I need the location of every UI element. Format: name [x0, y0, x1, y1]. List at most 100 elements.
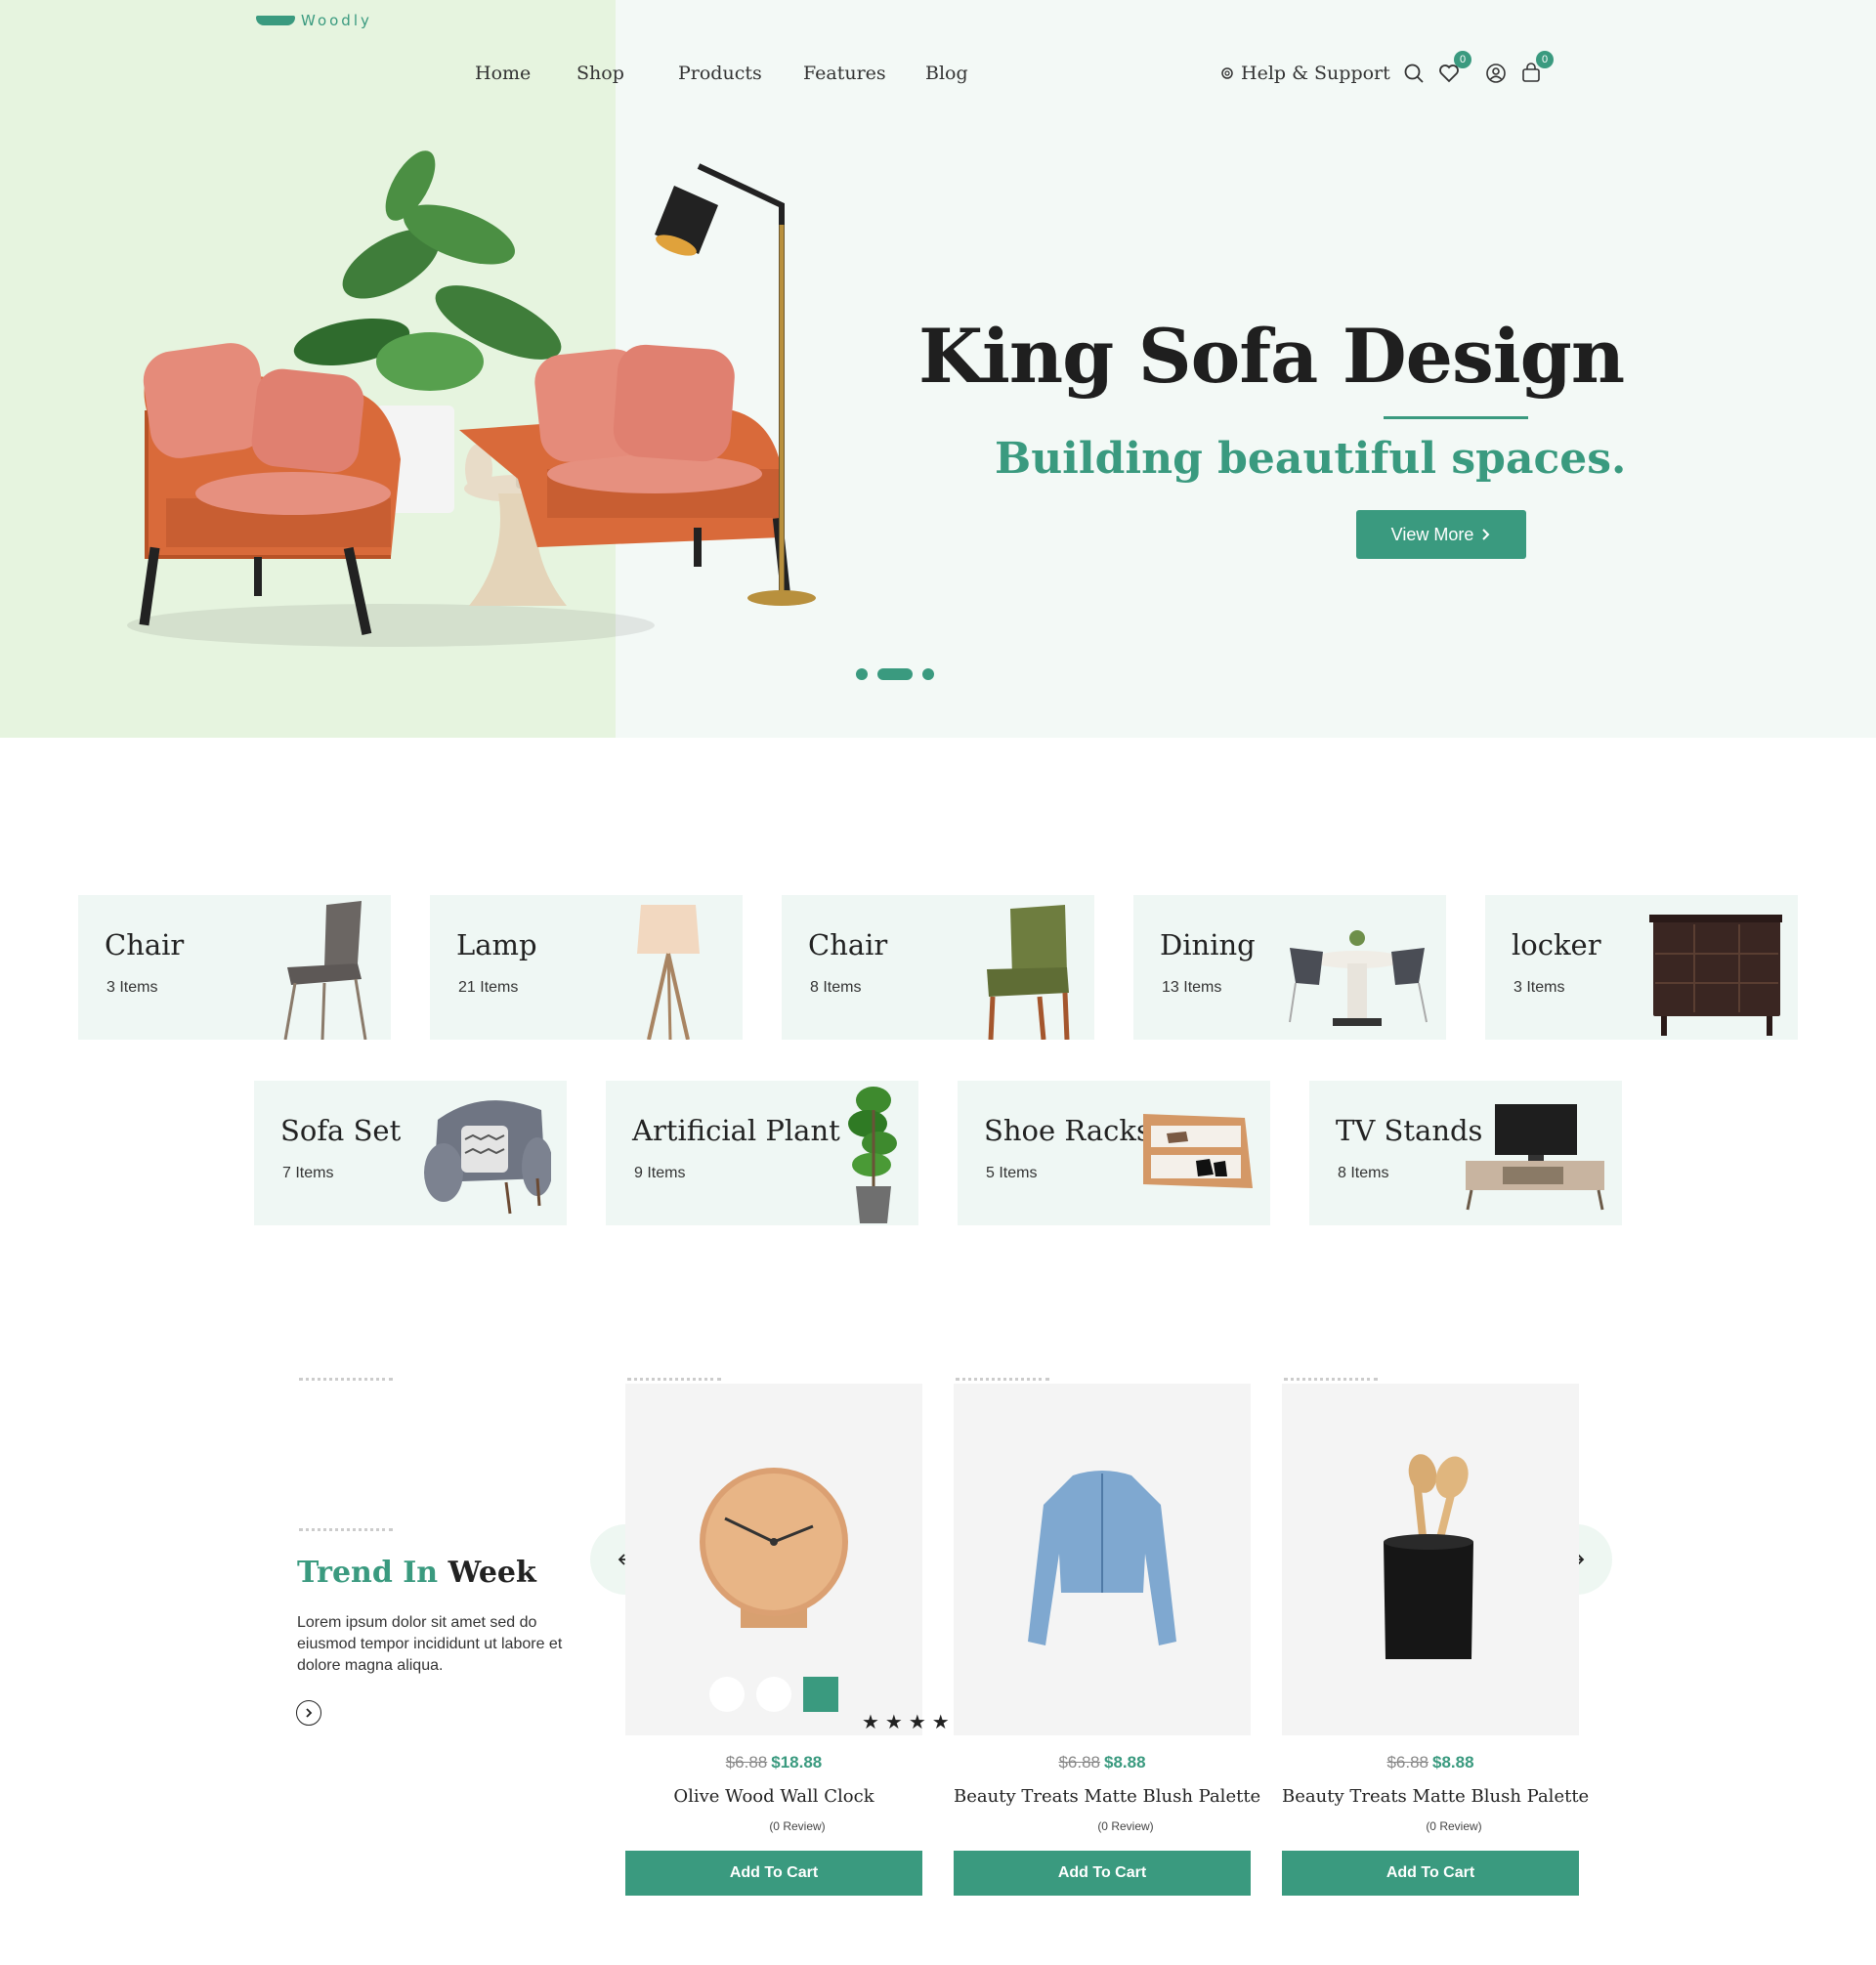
add-to-cart-button[interactable]: Add To Cart [1282, 1851, 1579, 1896]
search-button[interactable] [1401, 61, 1427, 86]
review-count: (0 Review) [1426, 1819, 1482, 1833]
current-price: $18.88 [771, 1753, 823, 1772]
category-name: Dining [1160, 928, 1256, 961]
review-count: (0 Review) [769, 1819, 826, 1833]
category-count: 7 Items [282, 1165, 334, 1181]
category-name: locker [1512, 928, 1601, 961]
nav-home[interactable]: Home [475, 63, 531, 84]
slider-dot-active[interactable] [877, 668, 913, 680]
old-price: $6.88 [1058, 1753, 1100, 1772]
nav-products[interactable]: Products [678, 63, 762, 84]
color-swatch-green[interactable] [803, 1677, 838, 1712]
category-count: 13 Items [1162, 979, 1222, 996]
user-icon [1486, 64, 1506, 83]
product-price: $6.88 $8.88 [1282, 1753, 1579, 1773]
category-card-chair-green[interactable]: Chair 8 Items [782, 895, 1094, 1040]
nav-shop[interactable]: Shop [576, 63, 624, 84]
category-card-tv-stands[interactable]: TV Stands 8 Items [1309, 1081, 1622, 1225]
category-card-sofa-set[interactable]: Sofa Set 7 Items [254, 1081, 567, 1225]
add-to-cart-button[interactable]: Add To Cart [625, 1851, 922, 1896]
category-name: Shoe Racks [984, 1114, 1151, 1147]
decor-dots [627, 1378, 721, 1381]
add-to-cart-button[interactable]: Add To Cart [954, 1851, 1251, 1896]
category-count: 21 Items [458, 979, 519, 996]
brand-logo[interactable]: Woodly [256, 12, 372, 29]
sofa-logo-icon [256, 16, 295, 25]
lamp-image [637, 905, 700, 1040]
search-icon [1404, 64, 1424, 83]
left-armchair-illustration [139, 343, 401, 635]
wishlist-count-badge: 0 [1454, 51, 1471, 68]
product-image-jacket[interactable] [954, 1384, 1251, 1735]
category-count: 3 Items [107, 979, 158, 996]
cart-count-badge: 0 [1536, 51, 1554, 68]
category-card-chair[interactable]: Chair 3 Items [78, 895, 391, 1040]
hero-section: Woodly Home Shop Products Features Blog … [0, 0, 1876, 738]
gear-icon [1221, 67, 1233, 79]
review-count: (0 Review) [1097, 1819, 1154, 1833]
decor-dots [299, 1378, 393, 1381]
denim-jacket-image [1028, 1471, 1176, 1645]
category-name: Chair [808, 928, 888, 961]
product-name[interactable]: Beauty Treats Matte Blush Palette [954, 1786, 1260, 1807]
green-chair-image [987, 905, 1070, 1040]
nav-features[interactable]: Features [803, 63, 886, 84]
decor-dots [299, 1528, 393, 1531]
chair-image [283, 901, 367, 1040]
category-card-artificial-plant[interactable]: Artificial Plant 9 Items [606, 1081, 918, 1225]
dresser-image [1649, 915, 1782, 1036]
slider-dot[interactable] [856, 668, 868, 680]
help-support-label: Help & Support [1241, 63, 1390, 84]
hero-title: King Sofa Design [918, 313, 1625, 400]
logo-text: Woodly [301, 12, 372, 29]
decor-dots [1284, 1378, 1378, 1381]
hero-subtitle: Building beautiful spaces. [995, 434, 1627, 484]
shoe-rack-image [1143, 1114, 1253, 1188]
category-count: 8 Items [810, 979, 862, 996]
cart-button[interactable]: 0 [1518, 51, 1554, 86]
chevron-right-icon [306, 1708, 313, 1718]
category-name: Chair [105, 928, 185, 961]
product-price: $6.88 $18.88 [625, 1753, 922, 1773]
armchair-image [424, 1100, 551, 1215]
nav-blog[interactable]: Blog [925, 63, 968, 84]
old-price: $6.88 [725, 1753, 768, 1772]
dining-set-image [1289, 930, 1428, 1026]
category-name: Lamp [456, 928, 537, 961]
trend-title: Trend In Week [297, 1556, 536, 1590]
color-swatch-white[interactable] [709, 1677, 745, 1712]
trend-view-all-button[interactable] [296, 1700, 321, 1726]
account-button[interactable] [1483, 61, 1509, 86]
hero-furniture-image [127, 150, 816, 647]
view-more-label: View More [1390, 524, 1474, 544]
tv-stand-image [1466, 1104, 1604, 1211]
product-image-utensil-holder[interactable] [1282, 1384, 1579, 1735]
category-card-locker[interactable]: locker 3 Items [1485, 895, 1798, 1040]
category-count: 8 Items [1338, 1165, 1389, 1181]
category-card-dining[interactable]: Dining 13 Items [1133, 895, 1446, 1040]
hero-slider-dots [856, 668, 934, 680]
utensil-holder-image [1384, 1454, 1473, 1659]
category-name: Artificial Plant [632, 1114, 840, 1147]
slider-dot[interactable] [922, 668, 934, 680]
current-price: $8.88 [1432, 1753, 1474, 1772]
category-count: 5 Items [986, 1165, 1038, 1181]
wishlist-button[interactable]: 0 [1436, 51, 1471, 86]
category-name: Sofa Set [280, 1114, 402, 1147]
color-swatch-white[interactable] [756, 1677, 791, 1712]
chevron-right-icon [1482, 529, 1490, 540]
wall-clock-image [700, 1468, 848, 1628]
product-name[interactable]: Olive Wood Wall Clock [625, 1786, 922, 1807]
potted-plant-image [848, 1087, 897, 1223]
category-card-lamp[interactable]: Lamp 21 Items [430, 895, 743, 1040]
category-count: 9 Items [634, 1165, 686, 1181]
product-price: $6.88 $8.88 [954, 1753, 1251, 1773]
current-price: $8.88 [1104, 1753, 1146, 1772]
category-card-shoe-racks[interactable]: Shoe Racks 5 Items [958, 1081, 1270, 1225]
trend-description: Lorem ipsum dolor sit amet sed do eiusmo… [297, 1614, 563, 1674]
product-name[interactable]: Beauty Treats Matte Blush Palette [1282, 1786, 1589, 1807]
old-price: $6.88 [1386, 1753, 1428, 1772]
view-more-button[interactable]: View More [1356, 510, 1526, 559]
help-support-link[interactable]: Help & Support [1219, 63, 1390, 84]
trend-title-rest: Week [448, 1556, 536, 1590]
